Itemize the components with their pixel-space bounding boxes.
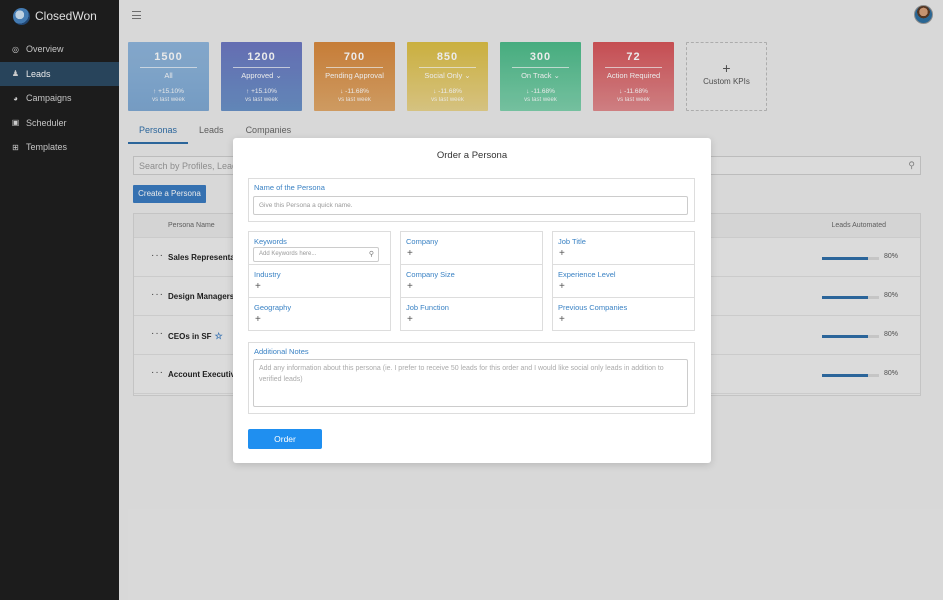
company-label: Company (406, 237, 439, 246)
experience-level-field: Experience Level + (553, 265, 694, 298)
industry-field: Industry + (249, 265, 390, 298)
keywords-input[interactable]: Add Keywords here... ⚲ (253, 247, 379, 262)
job-title-label: Job Title (558, 237, 586, 246)
job-title-field: Job Title + (553, 232, 694, 265)
persona-name-input[interactable]: Give this Persona a quick name. (253, 196, 688, 215)
add-experience-level-plus-icon[interactable]: + (559, 281, 565, 292)
geography-field: Geography + (249, 298, 390, 331)
additional-notes-textarea[interactable]: Add any information about this persona (… (253, 359, 688, 407)
job-function-label: Job Function (406, 303, 449, 312)
job-function-field: Job Function + (401, 298, 542, 331)
keywords-placeholder: Add Keywords here... (259, 251, 317, 257)
company-size-field: Company Size + (401, 265, 542, 298)
additional-notes-label: Additional Notes (254, 347, 309, 356)
criteria-column-3: Job Title + Experience Level + Previous … (552, 231, 695, 331)
search-icon: ⚲ (368, 251, 374, 258)
previous-companies-label: Previous Companies (558, 303, 628, 312)
add-industry-plus-icon[interactable]: + (255, 281, 261, 292)
add-previous-companies-plus-icon[interactable]: + (559, 314, 565, 325)
persona-name-label: Name of the Persona (254, 183, 325, 192)
experience-level-label: Experience Level (558, 270, 616, 279)
add-company-plus-icon[interactable]: + (407, 248, 413, 259)
company-field: Company + (401, 232, 542, 265)
add-company-size-plus-icon[interactable]: + (407, 281, 413, 292)
additional-notes-section: Additional Notes Add any information abo… (248, 342, 695, 414)
modal-title: Order a Persona (436, 150, 508, 161)
additional-notes-placeholder: Add any information about this persona (… (259, 365, 664, 383)
add-job-function-plus-icon[interactable]: + (407, 314, 413, 325)
persona-name-section: Name of the Persona Give this Persona a … (248, 178, 695, 222)
company-size-label: Company Size (406, 270, 455, 279)
order-persona-modal: Order a Persona Name of the Persona Give… (233, 138, 711, 463)
geography-label: Geography (254, 303, 292, 312)
keywords-field: Keywords Add Keywords here... ⚲ (249, 232, 390, 265)
industry-label: Industry (254, 270, 281, 279)
criteria-column-2: Company + Company Size + Job Function + (400, 231, 543, 331)
keywords-label: Keywords (254, 237, 287, 246)
add-job-title-plus-icon[interactable]: + (559, 248, 565, 259)
order-button[interactable]: Order (248, 429, 322, 449)
add-geography-plus-icon[interactable]: + (255, 314, 261, 325)
criteria-column-1: Keywords Add Keywords here... ⚲ Industry… (248, 231, 391, 331)
persona-name-placeholder: Give this Persona a quick name. (259, 202, 353, 209)
previous-companies-field: Previous Companies + (553, 298, 694, 331)
